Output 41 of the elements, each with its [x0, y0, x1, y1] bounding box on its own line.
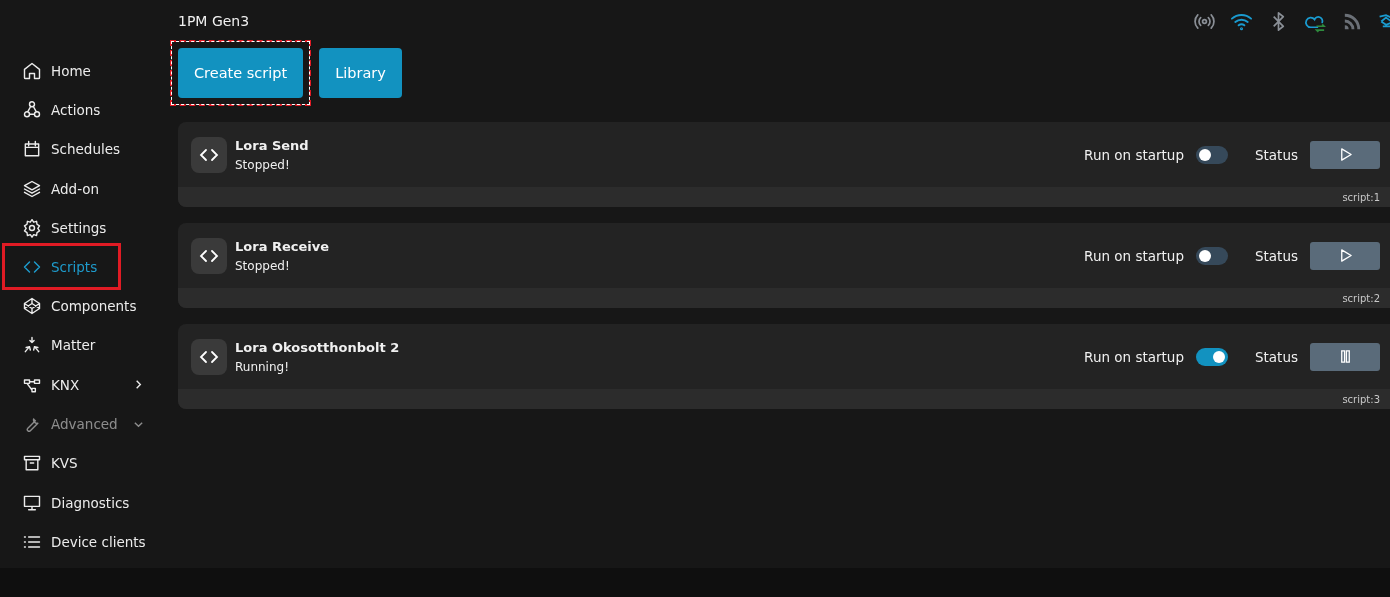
script-id: script:1	[1342, 191, 1380, 203]
code-icon	[191, 237, 227, 274]
startup-toggle[interactable]	[1195, 246, 1228, 265]
startup-label: Run on startup	[1084, 348, 1184, 365]
sidebar-item[interactable]: KVS	[3, 443, 120, 483]
cube-icon	[22, 296, 42, 317]
toolbar-button[interactable]: Create script	[178, 48, 304, 98]
code-icon	[191, 338, 227, 375]
sidebar-item[interactable]: Diagnostics	[3, 482, 134, 523]
sidebar-item[interactable]: Home	[3, 51, 120, 91]
sidebar-item[interactable]: Actions	[3, 90, 120, 130]
code-icon	[191, 136, 227, 173]
status-label: Status	[1254, 348, 1298, 365]
status-label: Status	[1254, 247, 1298, 264]
settings-icon	[22, 217, 42, 238]
script-status: Running!	[235, 359, 290, 374]
webhook-icon	[22, 99, 42, 120]
status-label: Status	[1254, 146, 1298, 163]
startup-label: Run on startup	[1084, 247, 1184, 264]
sidebar-item[interactable]: Add-on	[3, 168, 120, 209]
script-status: Stopped!	[235, 258, 291, 273]
startup-toggle[interactable]	[1195, 145, 1228, 164]
device-title: 1PM Gen3	[178, 13, 250, 29]
sidebar-item[interactable]: Matter	[3, 325, 120, 366]
home-icon	[22, 60, 42, 81]
sidebar-item[interactable]: Device clients	[3, 522, 150, 562]
startup-label: Run on startup	[1084, 146, 1184, 163]
script-name: Lora Send	[235, 137, 310, 153]
script-status: Stopped!	[235, 157, 291, 172]
startup-toggle[interactable]	[1195, 347, 1228, 366]
script-id: script:2	[1342, 292, 1380, 304]
layers-icon	[22, 178, 42, 199]
script-name: Lora Receive	[235, 238, 331, 254]
toolbar-button[interactable]: Library	[319, 48, 402, 98]
play-button[interactable]	[1310, 241, 1380, 270]
sidebar-item[interactable]: Schedules	[3, 129, 125, 169]
script-name: Lora Okosotthonbolt 2	[235, 339, 401, 355]
play-button[interactable]	[1310, 140, 1380, 169]
script-id: script:3	[1342, 393, 1380, 405]
pause-button[interactable]	[1310, 342, 1380, 371]
sidebar-item[interactable]: KNX	[3, 365, 120, 405]
